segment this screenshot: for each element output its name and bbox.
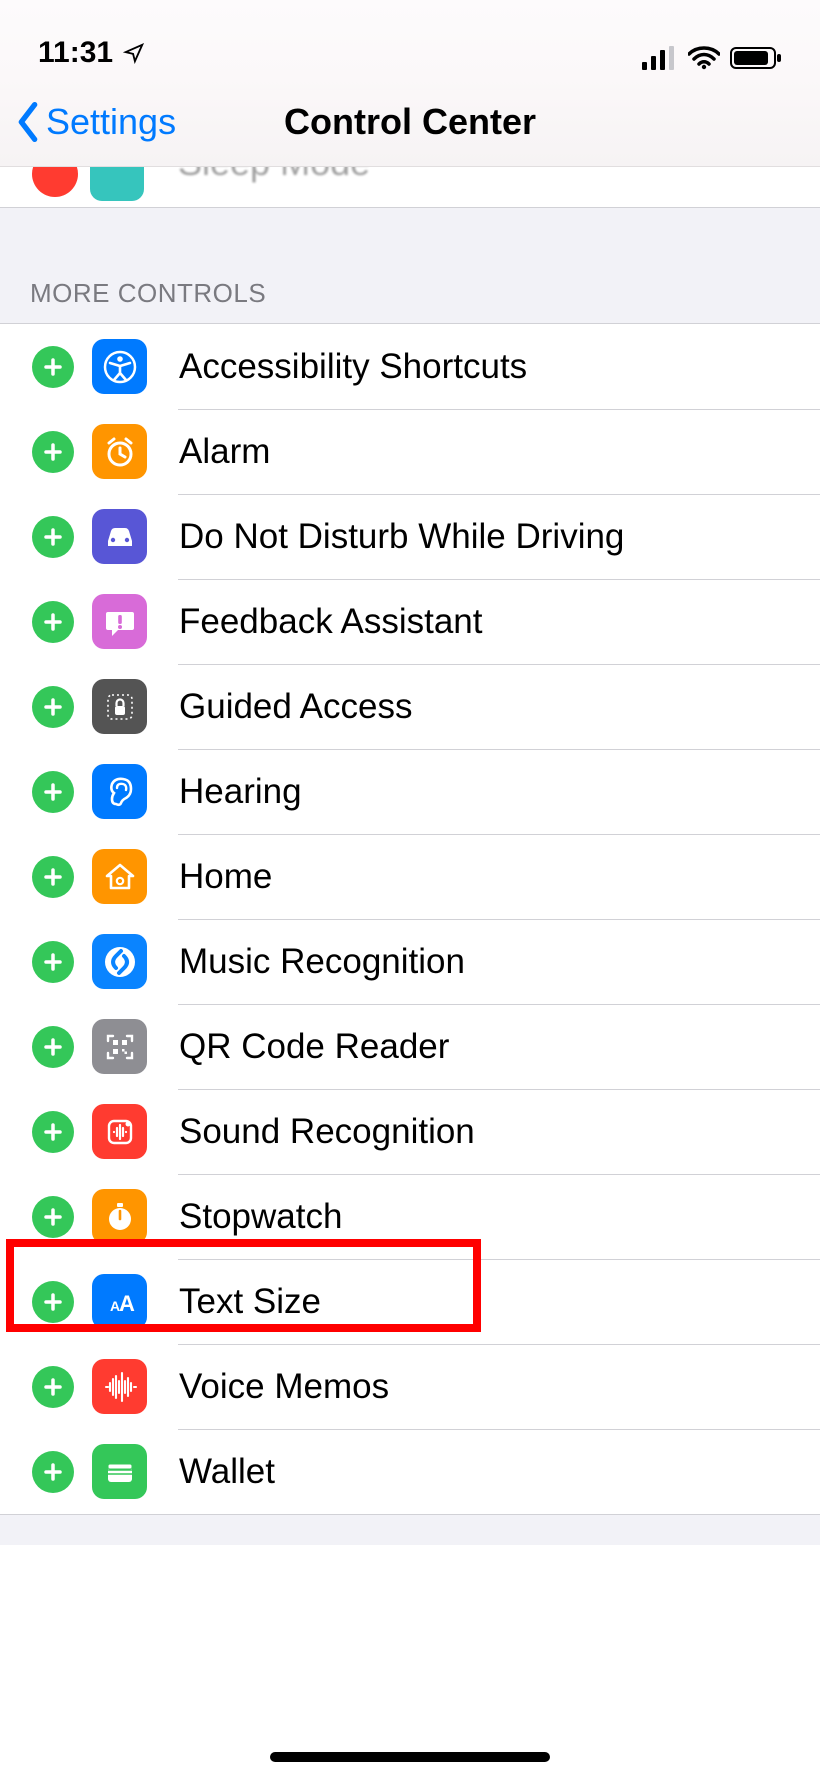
control-row-waveform[interactable]: Voice Memos (0, 1344, 820, 1429)
control-row-label: Text Size (179, 1282, 820, 1322)
add-button[interactable] (32, 346, 74, 388)
waveform-icon (92, 1359, 147, 1414)
location-arrow-icon (123, 42, 145, 64)
control-row-sound-recognition[interactable]: Sound Recognition (0, 1089, 820, 1174)
home-indicator[interactable] (0, 1752, 820, 1762)
control-row-stopwatch[interactable]: Stopwatch (0, 1174, 820, 1259)
control-row-label: Feedback Assistant (179, 602, 820, 642)
status-left: 11:31 (38, 36, 145, 70)
add-button[interactable] (32, 1451, 74, 1493)
add-button[interactable] (32, 1111, 74, 1153)
partial-row-sleep-mode[interactable]: Sleep Mode (0, 167, 820, 208)
battery-icon (730, 46, 782, 70)
nav-bar: Settings Control Center (0, 78, 820, 167)
wallet-icon (92, 1444, 147, 1499)
control-row-label: Music Recognition (179, 942, 820, 982)
control-row-label: Wallet (179, 1452, 820, 1492)
control-row-home[interactable]: Home (0, 834, 820, 919)
remove-button[interactable] (32, 167, 78, 197)
stopwatch-icon (92, 1189, 147, 1244)
control-row-label: Voice Memos (179, 1367, 820, 1407)
add-button[interactable] (32, 1366, 74, 1408)
add-button[interactable] (32, 431, 74, 473)
more-controls-list: Accessibility Shortcuts Alarm Do Not Distu… (0, 324, 820, 1514)
control-row-alarm-clock[interactable]: Alarm (0, 409, 820, 494)
control-row-label: Do Not Disturb While Driving (179, 517, 820, 557)
status-right (642, 46, 782, 70)
status-bar: 11:31 (0, 0, 820, 78)
control-row-feedback-bubble[interactable]: Feedback Assistant (0, 579, 820, 664)
feedback-bubble-icon (92, 594, 147, 649)
add-button[interactable] (32, 941, 74, 983)
control-row-shazam[interactable]: Music Recognition (0, 919, 820, 1004)
add-button[interactable] (32, 601, 74, 643)
control-row-label: Home (179, 857, 820, 897)
back-button[interactable]: Settings (14, 78, 176, 166)
add-button[interactable] (32, 516, 74, 558)
qr-code-icon (92, 1019, 147, 1074)
control-row-ear[interactable]: Hearing (0, 749, 820, 834)
control-row-accessibility[interactable]: Accessibility Shortcuts (0, 324, 820, 409)
bottom-gap (0, 1514, 820, 1545)
control-row-label: Accessibility Shortcuts (179, 347, 820, 387)
control-row-text-size[interactable]: Text Size (0, 1259, 820, 1344)
cellular-signal-icon (642, 46, 678, 70)
section-gap (0, 208, 820, 236)
wifi-icon (688, 46, 720, 70)
guided-access-lock-icon (92, 679, 147, 734)
sleep-mode-icon (90, 167, 144, 201)
shazam-icon (92, 934, 147, 989)
control-row-qr-code[interactable]: QR Code Reader (0, 1004, 820, 1089)
add-button[interactable] (32, 1196, 74, 1238)
alarm-clock-icon (92, 424, 147, 479)
add-button[interactable] (32, 1026, 74, 1068)
ear-icon (92, 764, 147, 819)
back-label: Settings (46, 101, 176, 143)
control-row-car[interactable]: Do Not Disturb While Driving (0, 494, 820, 579)
car-icon (92, 509, 147, 564)
control-row-label: Guided Access (179, 687, 820, 727)
add-button[interactable] (32, 686, 74, 728)
control-row-label: QR Code Reader (179, 1027, 820, 1067)
control-row-label: Alarm (179, 432, 820, 472)
text-size-icon (92, 1274, 147, 1329)
control-row-label: Hearing (179, 772, 820, 812)
section-header-more-controls: MORE CONTROLS (0, 236, 820, 324)
add-button[interactable] (32, 771, 74, 813)
add-button[interactable] (32, 1281, 74, 1323)
home-icon (92, 849, 147, 904)
status-time: 11:31 (38, 36, 113, 70)
control-row-guided-access-lock[interactable]: Guided Access (0, 664, 820, 749)
control-row-label: Stopwatch (179, 1197, 820, 1237)
add-button[interactable] (32, 856, 74, 898)
control-row-label: Sound Recognition (179, 1112, 820, 1152)
partial-row-label: Sleep Mode (178, 167, 370, 184)
accessibility-icon (92, 339, 147, 394)
control-row-wallet[interactable]: Wallet (0, 1429, 820, 1514)
sound-recognition-icon (92, 1104, 147, 1159)
